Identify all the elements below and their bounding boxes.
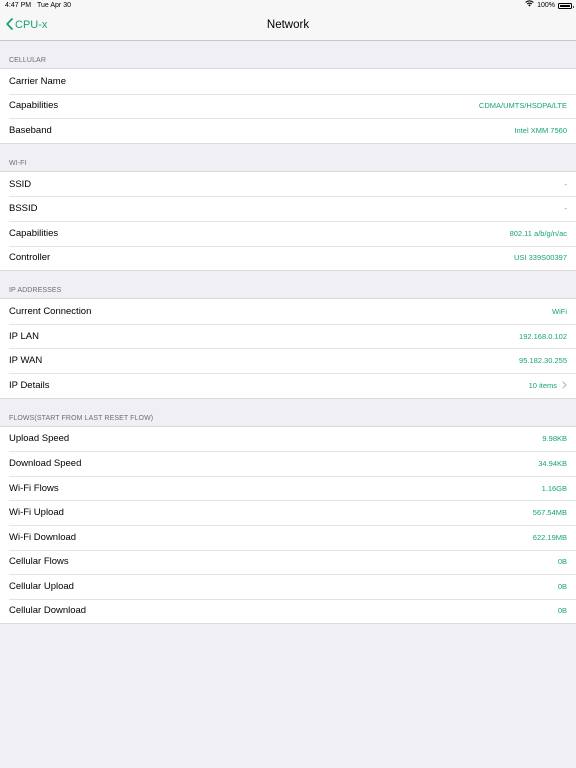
row-label: Wi-Fi Upload xyxy=(9,507,64,519)
row-label: Wi-Fi Download xyxy=(9,531,77,543)
row-ip-lan: IP LAN 192.168.0.102 xyxy=(0,323,576,349)
row-cellular-download: Cellular Download 0B xyxy=(0,598,576,624)
row-label: Current Connection xyxy=(9,305,92,317)
row-value: 192.168.0.102 xyxy=(519,331,567,341)
row-label: Carrier Name xyxy=(9,75,67,87)
row-value: - xyxy=(564,204,568,214)
row-label: Capabilities xyxy=(9,100,59,112)
row-cellular-flows: Cellular Flows 0B xyxy=(0,549,576,575)
wifi-icon xyxy=(525,0,534,12)
row-cellular-upload: Cellular Upload 0B xyxy=(0,574,576,599)
row-controller: Controller USI 339S00397 xyxy=(0,245,576,271)
row-current-connection: Current Connection WiFi xyxy=(0,299,576,324)
battery-icon xyxy=(558,3,574,9)
row-value: - xyxy=(564,179,568,189)
row-value: USI 339S00397 xyxy=(514,253,567,263)
row-value: 0B xyxy=(557,581,567,591)
row-value: 622.19MB xyxy=(532,532,567,542)
row-label: SSID xyxy=(9,178,32,190)
row-download-speed: Download Speed 34.94KB xyxy=(0,451,576,476)
section-flows: Upload Speed 9.98KB Download Speed 34.94… xyxy=(0,425,576,625)
section-header-wifi: WI-FI xyxy=(9,159,27,167)
row-label: BSSID xyxy=(9,203,38,215)
row-value: 1.16GB xyxy=(541,483,567,493)
row-upload-speed: Upload Speed 9.98KB xyxy=(0,427,576,452)
section-header-flows: FLOWS(START FROM LAST RESET FLOW) xyxy=(9,414,154,422)
row-label: Capabilities xyxy=(9,227,59,239)
row-value: WiFi xyxy=(552,306,567,316)
row-label: Controller xyxy=(9,252,51,264)
navigation-bar: CPU-x Network xyxy=(0,12,576,41)
row-label: IP LAN xyxy=(9,330,39,342)
chevron-right-icon xyxy=(562,381,567,389)
row-label: IP WAN xyxy=(9,355,43,367)
row-value: Intel XMM 7560 xyxy=(514,125,567,135)
row-ip-wan: IP WAN 95.182.30.255 xyxy=(0,348,576,373)
row-label: IP Details xyxy=(9,379,50,391)
row-label: Cellular Download xyxy=(9,605,87,617)
row-ip-details[interactable]: IP Details 10 items xyxy=(0,372,576,398)
section-cellular: Carrier Name Capabilities CDMA/UMTS/HSDP… xyxy=(0,68,576,144)
row-label: Baseband xyxy=(9,124,52,136)
section-header-ip-addresses: IP ADDRESSES xyxy=(9,287,62,295)
row-value: 34.94KB xyxy=(538,458,567,468)
row-baseband: Baseband Intel XMM 7560 xyxy=(0,118,576,143)
row-value: 0B xyxy=(557,606,567,616)
row-value: CDMA/UMTS/HSDPA/LTE xyxy=(478,101,567,111)
row-value: 802.11 a/b/g/n/ac xyxy=(509,228,567,238)
status-right: 100% xyxy=(525,0,574,12)
row-value: 95.182.30.255 xyxy=(519,356,567,366)
row-label: Cellular Flows xyxy=(9,556,69,568)
row-value: 9.98KB xyxy=(542,434,567,444)
page-title: Network xyxy=(266,19,310,31)
row-wifi-upload: Wi-Fi Upload 567.54MB xyxy=(0,500,576,525)
row-label: Wi-Fi Flows xyxy=(9,482,59,494)
row-value: 0B xyxy=(557,557,567,567)
row-bssid: BSSID - xyxy=(0,196,576,221)
row-cellular-capabilities: Capabilities CDMA/UMTS/HSDPA/LTE xyxy=(0,93,576,119)
section-wifi: SSID - BSSID - Capabilities 802.11 a/b/g… xyxy=(0,170,576,272)
status-time: 4:47 PM xyxy=(5,2,32,9)
row-carrier-name: Carrier Name xyxy=(0,69,576,94)
row-label: Download Speed xyxy=(9,457,82,469)
row-label: Upload Speed xyxy=(9,433,70,445)
section-ip-addresses: Current Connection WiFi IP LAN 192.168.0… xyxy=(0,298,576,399)
row-label: Cellular Upload xyxy=(9,580,74,592)
row-wifi-flows: Wi-Fi Flows 1.16GB xyxy=(0,475,576,501)
row-wifi-download: Wi-Fi Download 622.19MB xyxy=(0,524,576,550)
status-bar: 4:47 PM Tue Apr 30 100% xyxy=(0,0,576,12)
row-wifi-capabilities: Capabilities 802.11 a/b/g/n/ac xyxy=(0,220,576,246)
section-header-cellular: CELLULAR xyxy=(9,57,46,64)
battery-percent: 100% xyxy=(537,2,555,9)
row-value: 567.54MB xyxy=(532,508,567,518)
row-value: 10 items xyxy=(528,380,557,390)
status-date: Tue Apr 30 xyxy=(37,2,71,9)
row-ssid: SSID - xyxy=(0,172,576,197)
